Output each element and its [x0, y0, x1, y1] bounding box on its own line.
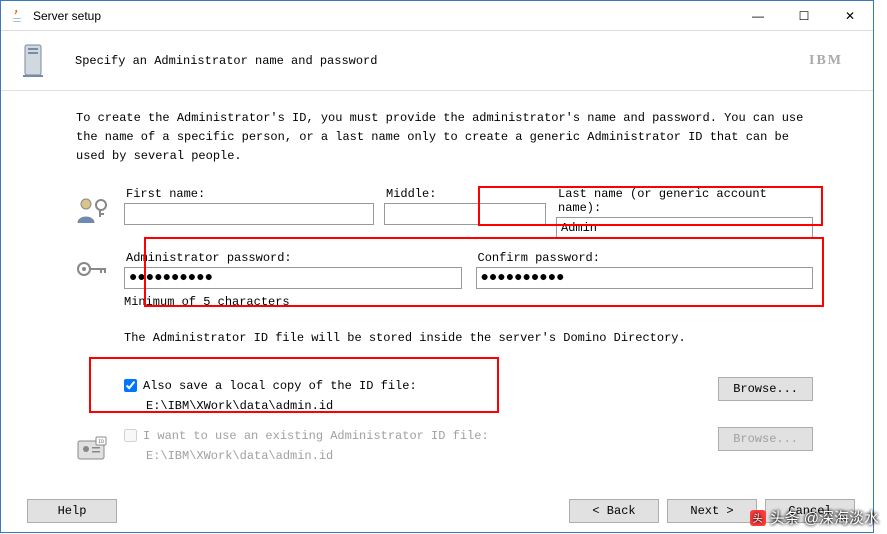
- maximize-button[interactable]: ☐: [781, 1, 827, 31]
- watermark: 头 头条 @深海淡水: [750, 507, 879, 528]
- person-key-icon: [76, 195, 110, 225]
- save-local-checkbox[interactable]: [124, 379, 137, 392]
- confirm-password-input[interactable]: [476, 267, 814, 289]
- minimize-button[interactable]: —: [735, 1, 781, 31]
- intro-text: To create the Administrator's ID, you mu…: [76, 109, 813, 167]
- save-local-label: Also save a local copy of the ID file:: [143, 379, 417, 393]
- first-name-label: First name:: [124, 187, 374, 201]
- next-button[interactable]: Next >: [667, 499, 757, 523]
- window-title: Server setup: [33, 9, 735, 23]
- save-local-path: E:\IBM\XWork\data\admin.id: [146, 399, 718, 413]
- close-button[interactable]: ✕: [827, 1, 873, 31]
- page-subtitle: Specify an Administrator name and passwo…: [75, 54, 809, 68]
- password-hint: Minimum of 5 characters: [124, 295, 813, 309]
- wizard-header: Specify an Administrator name and passwo…: [1, 31, 873, 91]
- help-button[interactable]: Help: [27, 499, 117, 523]
- browse-button[interactable]: Browse...: [718, 377, 813, 401]
- middle-label: Middle:: [384, 187, 546, 201]
- confirm-password-label: Confirm password:: [476, 251, 814, 265]
- last-name-input[interactable]: [556, 217, 813, 239]
- password-label: Administrator password:: [124, 251, 462, 265]
- titlebar: Server setup — ☐ ✕: [1, 1, 873, 31]
- first-name-input[interactable]: [124, 203, 374, 225]
- middle-input[interactable]: [384, 203, 546, 225]
- wizard-footer: Help < Back Next > Cancel: [1, 488, 873, 532]
- key-icon: [76, 259, 110, 289]
- ibm-logo: IBM: [809, 53, 843, 69]
- existing-id-checkbox: [124, 429, 137, 442]
- svg-text:ID: ID: [98, 439, 104, 445]
- existing-id-label: I want to use an existing Administrator …: [143, 429, 489, 443]
- server-tower-icon: [21, 43, 45, 79]
- java-icon: [9, 8, 25, 24]
- toutiao-icon: 头: [750, 510, 766, 526]
- last-name-label: Last name (or generic account name):: [556, 187, 813, 215]
- storage-info: The Administrator ID file will be stored…: [124, 331, 686, 345]
- password-input[interactable]: [124, 267, 462, 289]
- id-card-icon: ID: [76, 435, 110, 465]
- back-button[interactable]: < Back: [569, 499, 659, 523]
- browse-existing-button: Browse...: [718, 427, 813, 451]
- existing-id-path: E:\IBM\XWork\data\admin.id: [146, 449, 718, 463]
